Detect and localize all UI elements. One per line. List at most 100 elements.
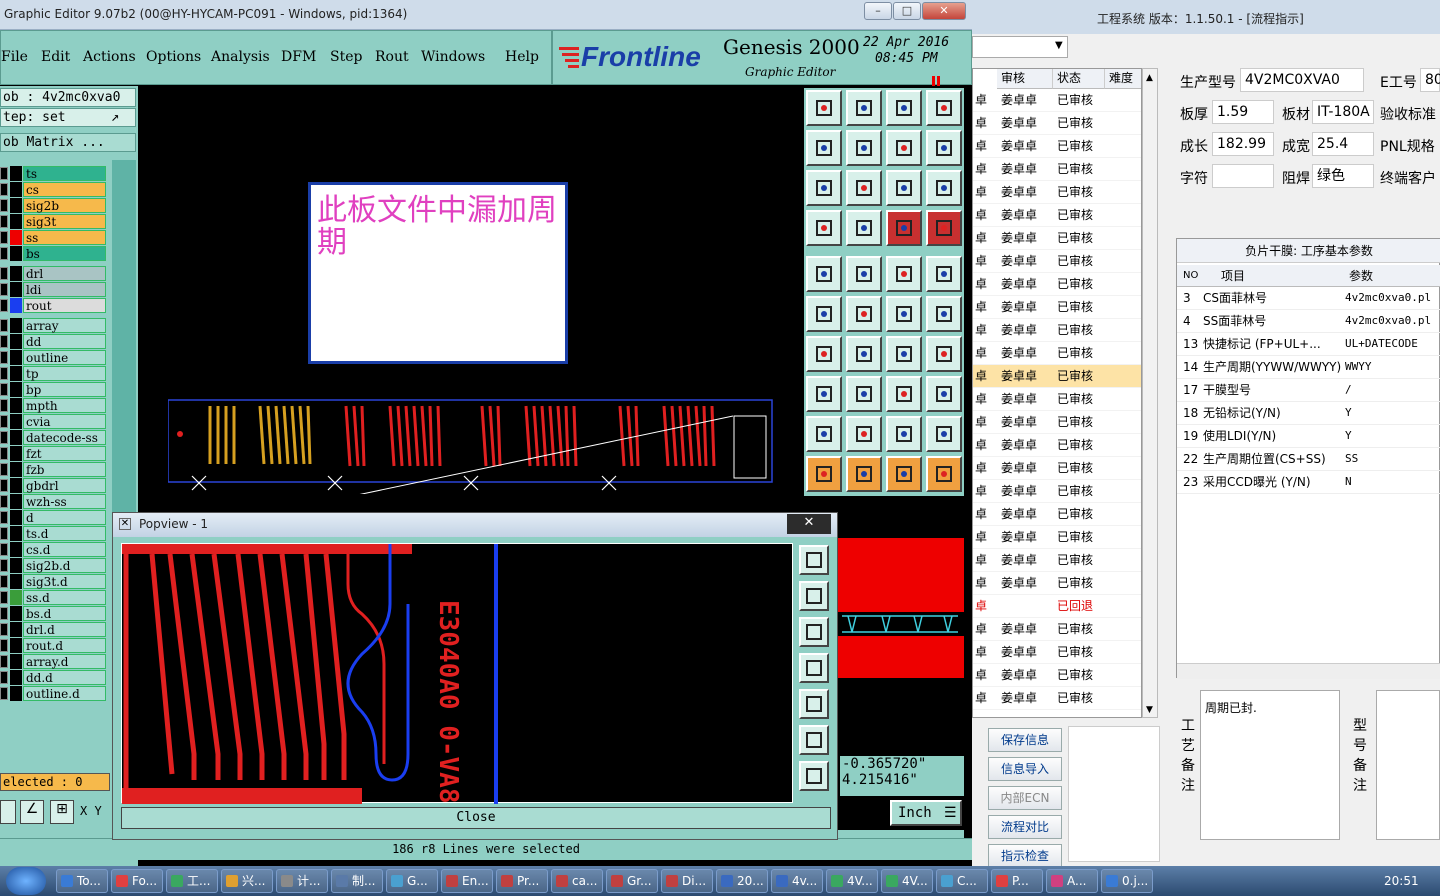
eng-title-bar[interactable]: 工程系统 版本：1.1.50.1 - [流程指示] [972, 0, 1440, 34]
layer-checkbox[interactable] [0, 575, 8, 588]
layer-checkbox[interactable] [0, 383, 8, 396]
param-row[interactable]: 3 CS面菲林号 4v2mc0xva0.pl [1177, 287, 1440, 310]
minimize-button[interactable]: – [864, 2, 892, 20]
layer-checkbox[interactable] [0, 543, 8, 556]
rotate-icon[interactable] [886, 336, 922, 372]
layer-row[interactable]: d [0, 510, 108, 525]
model-note-field[interactable] [1376, 690, 1440, 840]
snap-icon[interactable] [886, 210, 922, 246]
arch-icon[interactable] [886, 416, 922, 452]
menu-rout[interactable]: Rout [375, 49, 409, 65]
layer-color-chip[interactable] [10, 686, 22, 701]
ratio-icon[interactable] [886, 170, 922, 206]
layer-checkbox[interactable] [0, 283, 8, 296]
taskbar-item[interactable]: Fo... [111, 869, 163, 893]
layer-color-chip[interactable] [10, 510, 22, 525]
pop-right-icon[interactable] [799, 689, 829, 719]
layer-row[interactable]: ts.d [0, 526, 108, 541]
undo-icon[interactable] [886, 130, 922, 166]
taskbar-item[interactable]: 20... [716, 869, 768, 893]
mask-field[interactable]: 绿色 [1312, 164, 1374, 188]
param-row[interactable]: 17 干膜型号 / [1177, 379, 1440, 402]
layer-row[interactable]: rout [0, 298, 108, 313]
table-row[interactable]: 卓 已回退 [973, 595, 1141, 618]
layer-checkbox[interactable] [0, 591, 8, 604]
grid-scrollbar[interactable]: ▲ ▼ [1142, 68, 1158, 718]
layer-color-chip[interactable] [10, 542, 22, 557]
grid-icon[interactable]: ⊞ [50, 800, 74, 824]
table-row[interactable]: 卓姜卓卓 已审核 [973, 526, 1141, 549]
layer-row[interactable]: cvia [0, 414, 108, 429]
layer-color-chip[interactable] [10, 318, 22, 333]
taskbar-item[interactable]: To... [56, 869, 108, 893]
param-row[interactable]: 18 无铅标记(Y/N) Y [1177, 402, 1440, 425]
param-row[interactable]: 19 使用LDI(Y/N) Y [1177, 425, 1440, 448]
layer-row[interactable]: tp [0, 366, 108, 381]
graphic-canvas[interactable]: 此板文件中漏加周期 [138, 86, 802, 516]
param-row[interactable]: 4 SS面菲林号 4v2mc0xva0.pl [1177, 310, 1440, 333]
layer-color-chip[interactable] [10, 622, 22, 637]
layer-color-chip[interactable] [10, 574, 22, 589]
import-info-button[interactable]: 信息导入 [988, 757, 1062, 781]
layer-row[interactable]: fzt [0, 446, 108, 461]
layer-row[interactable]: drl.d [0, 622, 108, 637]
layer-checkbox[interactable] [0, 623, 8, 636]
layer-row[interactable]: fzb [0, 462, 108, 477]
menu-edit[interactable]: Edit [41, 49, 70, 65]
table-row[interactable]: 卓姜卓卓 已审核 [973, 89, 1141, 112]
table-row[interactable]: 卓姜卓卓 已审核 [973, 411, 1141, 434]
grid-header[interactable]: 难度 [1105, 69, 1141, 89]
layer-row[interactable]: cs [0, 182, 108, 197]
help-icon[interactable] [926, 170, 962, 206]
layer-checkbox[interactable] [0, 183, 8, 196]
grid-header[interactable]: 审核 [997, 69, 1053, 89]
layer-checkbox[interactable] [0, 167, 8, 180]
grid-icon[interactable] [846, 210, 882, 246]
taskbar-item[interactable]: 制... [331, 869, 383, 893]
taskbar-item[interactable]: Gr... [606, 869, 658, 893]
layer-checkbox[interactable] [0, 431, 8, 444]
table-row[interactable]: 卓姜卓卓 已审核 [973, 388, 1141, 411]
layer-row[interactable]: wzh-ss [0, 494, 108, 509]
layer-row[interactable]: sig2b.d [0, 558, 108, 573]
dot-icon[interactable] [926, 256, 962, 292]
home-icon[interactable] [886, 90, 922, 126]
table-row[interactable]: 卓姜卓卓 已审核 [973, 319, 1141, 342]
layer-checkbox[interactable] [0, 231, 8, 244]
popview-close-button[interactable]: Close [121, 807, 831, 829]
layer-color-chip[interactable] [10, 654, 22, 669]
zoom-icon[interactable] [0, 800, 16, 824]
layer-checkbox[interactable] [0, 527, 8, 540]
triangle-icon[interactable] [806, 416, 842, 452]
layer-color-chip[interactable] [10, 494, 22, 509]
layer-checkbox[interactable] [0, 367, 8, 380]
layer-color-chip[interactable] [10, 638, 22, 653]
layer-checkbox[interactable] [0, 351, 8, 364]
ruler-icon[interactable] [886, 256, 922, 292]
table-row[interactable]: 卓姜卓卓 已审核 [973, 342, 1141, 365]
table-row[interactable]: 卓姜卓卓 已审核 [973, 181, 1141, 204]
menu-file[interactable]: File [1, 49, 28, 65]
taskbar-item[interactable]: Pr... [496, 869, 548, 893]
layer-row[interactable]: cs.d [0, 542, 108, 557]
layer-checkbox[interactable] [0, 299, 8, 312]
layer-checkbox[interactable] [0, 511, 8, 524]
layer-row[interactable]: bp [0, 382, 108, 397]
connect-icon[interactable] [806, 296, 842, 332]
table-row[interactable]: 卓姜卓卓 已审核 [973, 457, 1141, 480]
taskbar-item[interactable]: P... [991, 869, 1043, 893]
layer-row[interactable]: array [0, 318, 108, 333]
close-window-button[interactable]: ✕ [922, 2, 966, 20]
layer-color-chip[interactable] [10, 462, 22, 477]
layer-row[interactable]: sig3t.d [0, 574, 108, 589]
camera-icon[interactable] [806, 256, 842, 292]
taskbar-item[interactable]: C... [936, 869, 988, 893]
tools-icon[interactable] [806, 210, 842, 246]
layer-color-chip[interactable] [10, 298, 22, 313]
measure-icon[interactable] [886, 376, 922, 412]
table-row[interactable]: 卓姜卓卓 已审核 [973, 365, 1141, 388]
param-row[interactable]: 13 快捷标记 (FP+UL+... UL+DATECODE [1177, 333, 1440, 356]
thickness-field[interactable]: 1.59 [1212, 100, 1274, 124]
snap-alt-icon[interactable] [926, 210, 962, 246]
popview-close-icon[interactable]: ✕ [787, 514, 831, 534]
